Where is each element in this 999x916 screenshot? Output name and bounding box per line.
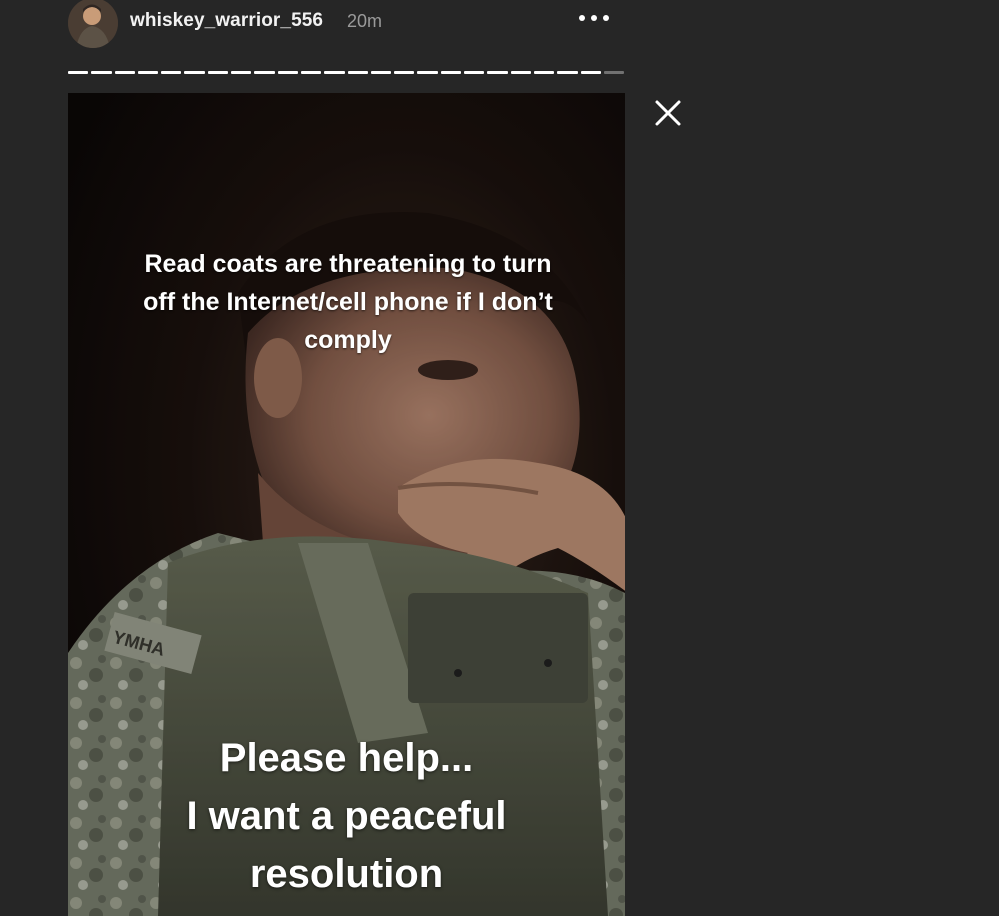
progress-segment bbox=[277, 71, 298, 74]
progress-segment bbox=[580, 71, 601, 74]
progress-segment bbox=[603, 71, 625, 74]
progress-segment bbox=[300, 71, 322, 74]
progress-segment bbox=[114, 71, 135, 74]
progress-segment bbox=[510, 71, 531, 74]
timestamp: 20m bbox=[347, 11, 383, 31]
more-options-icon[interactable] bbox=[576, 0, 612, 36]
story-media[interactable]: YMHA Read coats are threatening to turn … bbox=[68, 93, 625, 916]
progress-segment bbox=[324, 71, 345, 74]
progress-segment bbox=[394, 71, 415, 74]
story-caption-bottom: Please help... I want a peaceful resolut… bbox=[68, 729, 625, 903]
close-icon[interactable] bbox=[649, 94, 687, 132]
caption-bottom-line: Please help... bbox=[219, 736, 474, 780]
progress-segment bbox=[347, 71, 368, 74]
story-caption-top: Read coats are threatening to turn off t… bbox=[88, 245, 608, 359]
progress-segment bbox=[137, 71, 159, 74]
progress-segment bbox=[254, 71, 275, 74]
progress-segment bbox=[231, 71, 252, 74]
avatar[interactable] bbox=[68, 0, 118, 48]
progress-segment bbox=[464, 71, 485, 74]
caption-top-line: off the Internet/cell phone if I don’t bbox=[143, 288, 553, 316]
progress-segment bbox=[91, 71, 112, 74]
progress-segment bbox=[207, 71, 229, 74]
story-header: whiskey_warrior_556 20m bbox=[68, 0, 624, 48]
caption-top-line: Read coats are threatening to turn bbox=[144, 250, 552, 278]
caption-bottom-line: I want a peaceful bbox=[186, 794, 507, 838]
progress-segment bbox=[161, 71, 182, 74]
caption-bottom-line: resolution bbox=[249, 852, 444, 896]
progress-segment bbox=[487, 71, 508, 74]
progress-segment bbox=[68, 71, 89, 74]
progress-segment bbox=[184, 71, 205, 74]
progress-segment bbox=[370, 71, 392, 74]
progress-segment bbox=[417, 71, 438, 74]
progress-segment bbox=[533, 71, 555, 74]
progress-segment bbox=[557, 71, 578, 74]
username[interactable]: whiskey_warrior_556 bbox=[130, 10, 323, 32]
story-viewer: whiskey_warrior_556 20m Read coats are t… bbox=[0, 0, 999, 916]
progress-segment bbox=[440, 71, 462, 74]
story-progress-bar bbox=[68, 71, 625, 74]
caption-top-line: comply bbox=[304, 326, 392, 354]
